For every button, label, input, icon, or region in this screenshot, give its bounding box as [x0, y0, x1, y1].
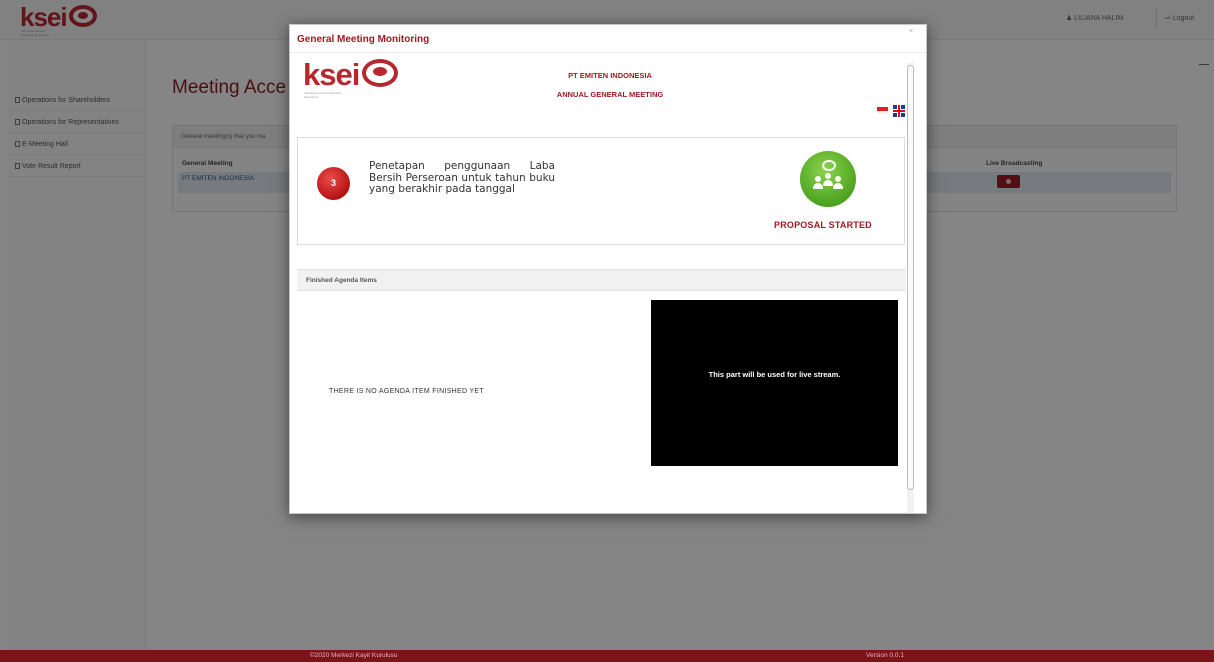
modal-divider	[290, 52, 926, 53]
indonesia-flag-icon[interactable]	[877, 107, 888, 114]
agenda-number-badge: 3	[317, 167, 350, 200]
footer: ©2020 Merkezi Kayit Kurulusu Version 0.0…	[0, 650, 1214, 662]
close-icon[interactable]: ×	[909, 28, 913, 35]
live-stream-placeholder: This part will be used for live stream.	[708, 370, 841, 379]
proposal-status: PROPOSAL STARTED	[774, 220, 872, 230]
modal-title: General Meeting Monitoring	[297, 34, 430, 45]
footer-copyright: ©2020 Merkezi Kayit Kurulusu	[310, 652, 398, 659]
live-stream-area[interactable]: This part will be used for live stream.	[651, 300, 898, 466]
uk-flag-icon[interactable]	[893, 105, 905, 117]
no-finished-agenda-message: THERE IS NO AGENDA ITEM FINISHED YET	[329, 388, 484, 395]
company-name: PT EMITEN INDONESIA	[568, 71, 652, 80]
agenda-description: Penetapan penggunaan Laba Bersih Persero…	[369, 160, 555, 195]
current-agenda-card: 3 Penetapan penggunaan Laba Bersih Perse…	[297, 137, 905, 245]
finished-agenda-header: Finished Agenda Items	[297, 269, 906, 291]
general-meeting-monitoring-modal: General Meeting Monitoring × ksei Indone…	[289, 24, 927, 514]
meeting-type: ANNUAL GENERAL MEETING	[556, 90, 664, 99]
modal-scrollbar-thumb[interactable]	[907, 65, 914, 490]
footer-version: Version 0.0.1	[866, 652, 904, 659]
meeting-group-icon	[800, 151, 856, 207]
